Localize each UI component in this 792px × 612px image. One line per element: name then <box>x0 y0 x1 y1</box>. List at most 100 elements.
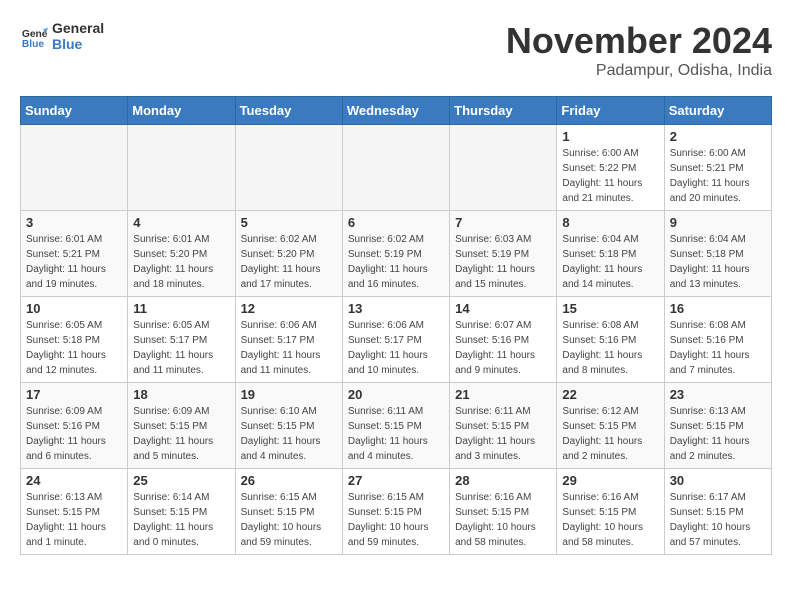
title-block: November 2024 Padampur, Odisha, India <box>506 20 772 80</box>
weekday-header: Saturday <box>664 97 771 125</box>
day-number: 20 <box>348 387 444 402</box>
day-info: Sunrise: 6:16 AM Sunset: 5:15 PM Dayligh… <box>562 490 658 550</box>
day-number: 6 <box>348 215 444 230</box>
calendar-week-row: 1 Sunrise: 6:00 AM Sunset: 5:22 PM Daylig… <box>21 125 772 211</box>
day-number: 27 <box>348 473 444 488</box>
calendar-cell: 29 Sunrise: 6:16 AM Sunset: 5:15 PM Dayli… <box>557 469 664 555</box>
weekday-header: Sunday <box>21 97 128 125</box>
calendar-cell <box>235 125 342 211</box>
calendar-cell <box>21 125 128 211</box>
calendar-cell: 16 Sunrise: 6:08 AM Sunset: 5:16 PM Dayli… <box>664 297 771 383</box>
calendar-cell: 28 Sunrise: 6:16 AM Sunset: 5:15 PM Dayli… <box>450 469 557 555</box>
day-number: 3 <box>26 215 122 230</box>
day-info: Sunrise: 6:01 AM Sunset: 5:20 PM Dayligh… <box>133 232 229 292</box>
weekday-header: Monday <box>128 97 235 125</box>
day-info: Sunrise: 6:02 AM Sunset: 5:19 PM Dayligh… <box>348 232 444 292</box>
logo-icon: General Blue <box>20 22 48 50</box>
calendar-cell: 13 Sunrise: 6:06 AM Sunset: 5:17 PM Dayli… <box>342 297 449 383</box>
calendar-cell: 2Sunrise: 6:00 AM Sunset: 5:21 PM Daylig… <box>664 125 771 211</box>
calendar-cell: 6 Sunrise: 6:02 AM Sunset: 5:19 PM Daylig… <box>342 211 449 297</box>
calendar-cell: 22 Sunrise: 6:12 AM Sunset: 5:15 PM Dayli… <box>557 383 664 469</box>
day-info: Sunrise: 6:04 AM Sunset: 5:18 PM Dayligh… <box>670 232 766 292</box>
calendar-cell: 10 Sunrise: 6:05 AM Sunset: 5:18 PM Dayli… <box>21 297 128 383</box>
calendar-cell: 25 Sunrise: 6:14 AM Sunset: 5:15 PM Dayli… <box>128 469 235 555</box>
day-info: Sunrise: 6:01 AM Sunset: 5:21 PM Dayligh… <box>26 232 122 292</box>
calendar-cell: 19Sunrise: 6:10 AM Sunset: 5:15 PM Dayli… <box>235 383 342 469</box>
calendar-table: SundayMondayTuesdayWednesdayThursdayFrid… <box>20 96 772 555</box>
calendar-cell: 17 Sunrise: 6:09 AM Sunset: 5:16 PM Dayli… <box>21 383 128 469</box>
day-number: 19 <box>241 387 337 402</box>
day-info: Sunrise: 6:17 AM Sunset: 5:15 PM Dayligh… <box>670 490 766 550</box>
page-header: General Blue General Blue November 2024 … <box>20 20 772 80</box>
calendar-cell: 24Sunrise: 6:13 AM Sunset: 5:15 PM Dayli… <box>21 469 128 555</box>
day-number: 14 <box>455 301 551 316</box>
day-number: 22 <box>562 387 658 402</box>
day-info: Sunrise: 6:05 AM Sunset: 5:18 PM Dayligh… <box>26 318 122 378</box>
calendar-subtitle: Padampur, Odisha, India <box>506 62 772 80</box>
logo-blue: Blue <box>52 36 104 52</box>
day-number: 28 <box>455 473 551 488</box>
calendar-week-row: 3 Sunrise: 6:01 AM Sunset: 5:21 PM Daylig… <box>21 211 772 297</box>
weekday-header: Friday <box>557 97 664 125</box>
calendar-cell: 21 Sunrise: 6:11 AM Sunset: 5:15 PM Dayli… <box>450 383 557 469</box>
day-info: Sunrise: 6:00 AM Sunset: 5:22 PM Dayligh… <box>562 146 658 206</box>
day-info: Sunrise: 6:06 AM Sunset: 5:17 PM Dayligh… <box>348 318 444 378</box>
day-number: 10 <box>26 301 122 316</box>
calendar-cell: 5Sunrise: 6:02 AM Sunset: 5:20 PM Daylig… <box>235 211 342 297</box>
calendar-cell: 9 Sunrise: 6:04 AM Sunset: 5:18 PM Daylig… <box>664 211 771 297</box>
day-info: Sunrise: 6:00 AM Sunset: 5:21 PM Dayligh… <box>670 146 766 206</box>
calendar-header-row: SundayMondayTuesdayWednesdayThursdayFrid… <box>21 97 772 125</box>
day-info: Sunrise: 6:15 AM Sunset: 5:15 PM Dayligh… <box>241 490 337 550</box>
day-number: 26 <box>241 473 337 488</box>
calendar-cell: 23 Sunrise: 6:13 AM Sunset: 5:15 PM Dayli… <box>664 383 771 469</box>
calendar-cell: 20 Sunrise: 6:11 AM Sunset: 5:15 PM Dayli… <box>342 383 449 469</box>
day-number: 15 <box>562 301 658 316</box>
day-info: Sunrise: 6:02 AM Sunset: 5:20 PM Dayligh… <box>241 232 337 292</box>
day-info: Sunrise: 6:11 AM Sunset: 5:15 PM Dayligh… <box>455 404 551 464</box>
calendar-cell: 30Sunrise: 6:17 AM Sunset: 5:15 PM Dayli… <box>664 469 771 555</box>
weekday-header: Wednesday <box>342 97 449 125</box>
calendar-cell: 11 Sunrise: 6:05 AM Sunset: 5:17 PM Dayli… <box>128 297 235 383</box>
day-info: Sunrise: 6:12 AM Sunset: 5:15 PM Dayligh… <box>562 404 658 464</box>
day-info: Sunrise: 6:09 AM Sunset: 5:16 PM Dayligh… <box>26 404 122 464</box>
svg-text:Blue: Blue <box>22 39 45 50</box>
calendar-week-row: 10 Sunrise: 6:05 AM Sunset: 5:18 PM Dayli… <box>21 297 772 383</box>
day-number: 18 <box>133 387 229 402</box>
day-number: 29 <box>562 473 658 488</box>
calendar-cell: 3 Sunrise: 6:01 AM Sunset: 5:21 PM Daylig… <box>21 211 128 297</box>
day-number: 17 <box>26 387 122 402</box>
weekday-header: Thursday <box>450 97 557 125</box>
day-number: 9 <box>670 215 766 230</box>
logo: General Blue General Blue <box>20 20 104 52</box>
day-number: 13 <box>348 301 444 316</box>
day-info: Sunrise: 6:07 AM Sunset: 5:16 PM Dayligh… <box>455 318 551 378</box>
day-number: 16 <box>670 301 766 316</box>
calendar-cell: 8 Sunrise: 6:04 AM Sunset: 5:18 PM Daylig… <box>557 211 664 297</box>
day-info: Sunrise: 6:13 AM Sunset: 5:15 PM Dayligh… <box>670 404 766 464</box>
calendar-title: November 2024 <box>506 20 772 62</box>
day-info: Sunrise: 6:11 AM Sunset: 5:15 PM Dayligh… <box>348 404 444 464</box>
day-info: Sunrise: 6:05 AM Sunset: 5:17 PM Dayligh… <box>133 318 229 378</box>
calendar-cell: 4 Sunrise: 6:01 AM Sunset: 5:20 PM Daylig… <box>128 211 235 297</box>
day-number: 8 <box>562 215 658 230</box>
day-number: 4 <box>133 215 229 230</box>
day-number: 25 <box>133 473 229 488</box>
calendar-cell: 1 Sunrise: 6:00 AM Sunset: 5:22 PM Daylig… <box>557 125 664 211</box>
logo-general: General <box>52 20 104 36</box>
day-number: 1 <box>562 129 658 144</box>
day-info: Sunrise: 6:03 AM Sunset: 5:19 PM Dayligh… <box>455 232 551 292</box>
day-info: Sunrise: 6:09 AM Sunset: 5:15 PM Dayligh… <box>133 404 229 464</box>
calendar-body: 1 Sunrise: 6:00 AM Sunset: 5:22 PM Daylig… <box>21 125 772 555</box>
day-number: 7 <box>455 215 551 230</box>
calendar-week-row: 17 Sunrise: 6:09 AM Sunset: 5:16 PM Dayli… <box>21 383 772 469</box>
day-number: 11 <box>133 301 229 316</box>
day-number: 23 <box>670 387 766 402</box>
calendar-cell: 12Sunrise: 6:06 AM Sunset: 5:17 PM Dayli… <box>235 297 342 383</box>
day-info: Sunrise: 6:04 AM Sunset: 5:18 PM Dayligh… <box>562 232 658 292</box>
day-number: 24 <box>26 473 122 488</box>
day-number: 21 <box>455 387 551 402</box>
calendar-cell: 15Sunrise: 6:08 AM Sunset: 5:16 PM Dayli… <box>557 297 664 383</box>
day-info: Sunrise: 6:16 AM Sunset: 5:15 PM Dayligh… <box>455 490 551 550</box>
day-info: Sunrise: 6:14 AM Sunset: 5:15 PM Dayligh… <box>133 490 229 550</box>
day-info: Sunrise: 6:08 AM Sunset: 5:16 PM Dayligh… <box>670 318 766 378</box>
